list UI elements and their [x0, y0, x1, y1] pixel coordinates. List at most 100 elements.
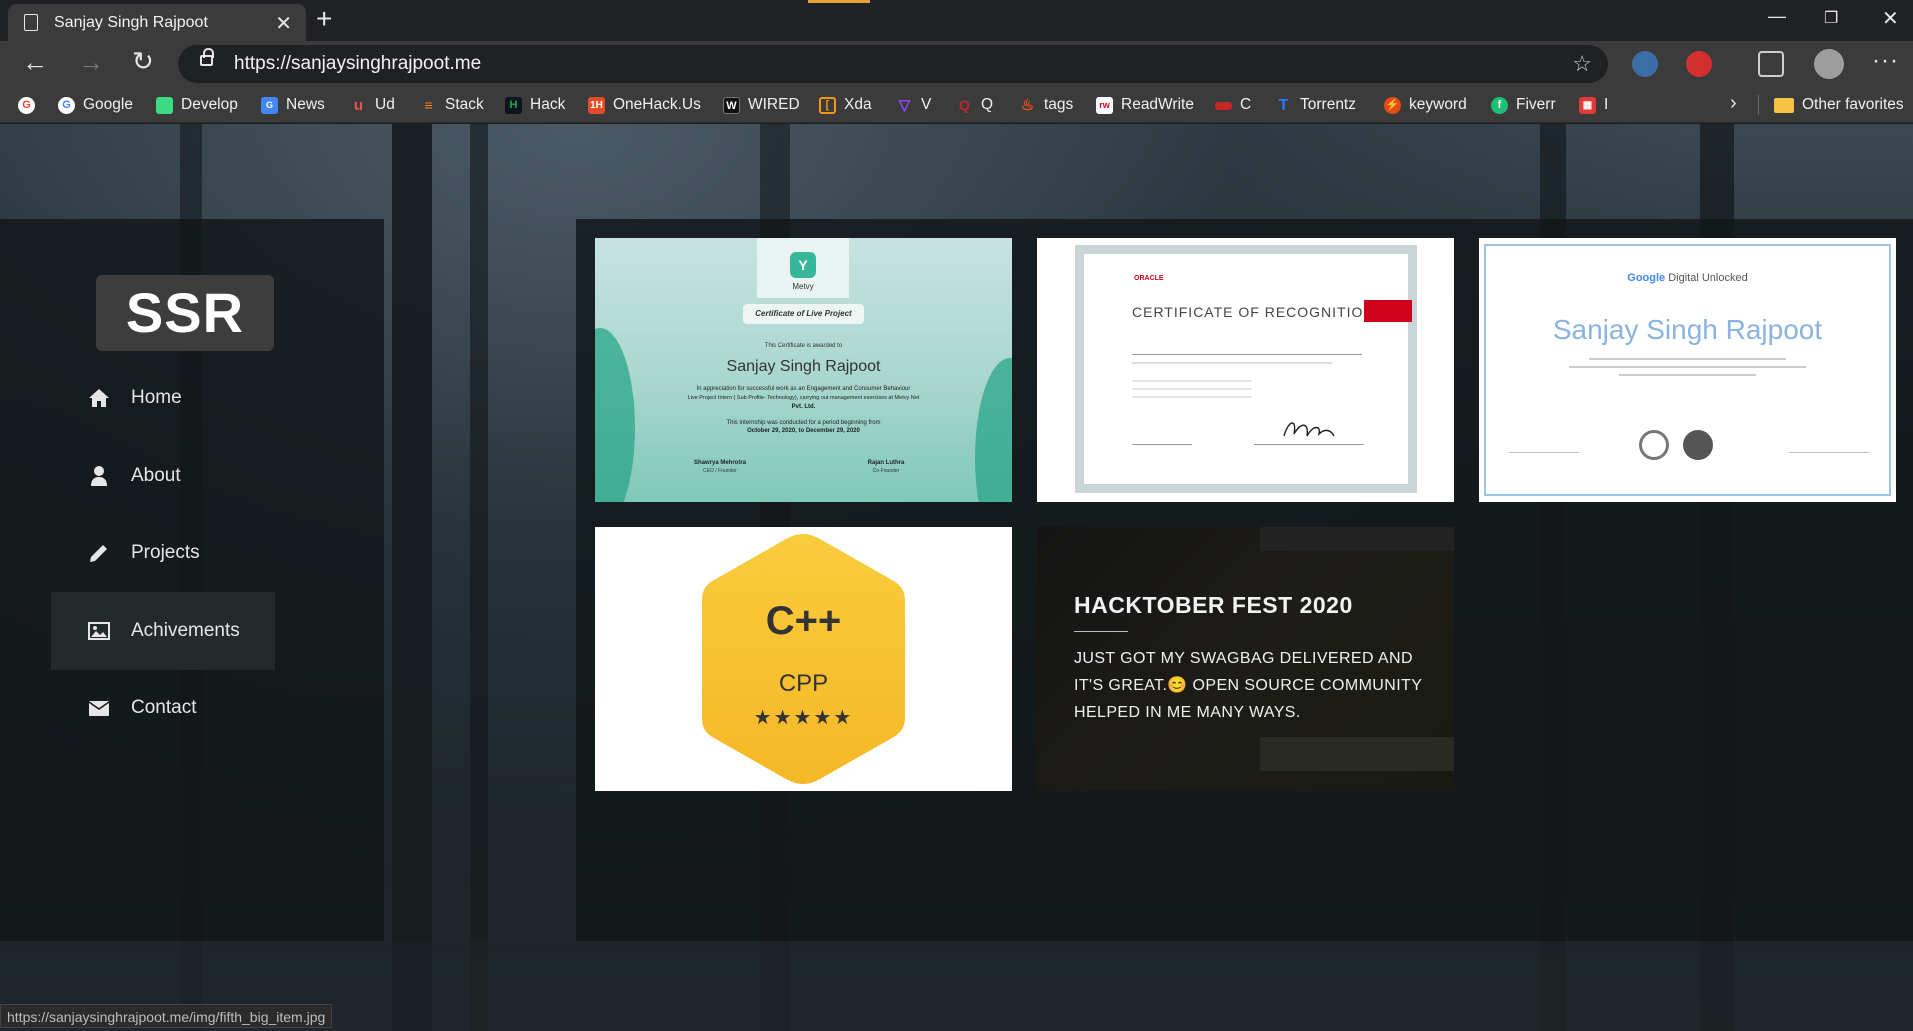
nav-home[interactable]: Home [51, 359, 275, 437]
folder-icon [1774, 97, 1794, 113]
title-underline [1074, 631, 1128, 632]
chevron-right-icon[interactable]: › [1730, 92, 1737, 115]
grid-app-icon: ▦ [1579, 96, 1596, 114]
photo-strip [1260, 737, 1454, 771]
metvy-certificate-card[interactable]: Y Metvy Certificate of Live Project This… [595, 238, 1012, 502]
bookmark-item[interactable]: C [1215, 95, 1251, 115]
nav-label: Projects [131, 542, 200, 563]
c-icon [1215, 102, 1232, 110]
bookmark-item[interactable]: u Ud [350, 95, 395, 115]
metvy-brand: Metvy [792, 282, 814, 291]
hacktoberfest-card[interactable]: HACKTOBER FEST 2020 JUST GOT MY SWAGBAG … [1037, 527, 1454, 791]
address-bar[interactable]: https://sanjaysinghrajpoot.me ☆ [178, 45, 1608, 83]
nav-achievements[interactable]: Achivements [51, 592, 275, 670]
bookmark-item[interactable]: T Torrentz [1275, 95, 1356, 115]
bookmark-label: OneHack.Us [613, 96, 701, 113]
signatory-name: Rajan Luthra [867, 460, 905, 466]
signature-rule [1509, 452, 1579, 453]
google-icon: G [58, 96, 75, 114]
metvy-logo-box: Y Metvy [757, 238, 849, 298]
url-text[interactable]: https://sanjaysinghrajpoot.me [234, 53, 481, 75]
bookmark-item[interactable]: G [18, 95, 43, 115]
awarded-text: This Certificate is awarded to [764, 343, 843, 349]
reload-icon[interactable]: ↻ [132, 46, 154, 77]
certificate-text-line [1619, 374, 1756, 376]
home-icon [89, 389, 109, 407]
bookmark-item[interactable]: H Hack [505, 95, 565, 115]
bookmark-item[interactable]: rw ReadWrite [1096, 95, 1194, 115]
bookmark-item[interactable]: f Fiverr [1491, 95, 1556, 115]
certificate-line: Pvt. Ltd. [791, 404, 816, 410]
bookmark-item[interactable]: G Google [58, 95, 133, 115]
new-tab-icon[interactable]: + [316, 3, 332, 35]
page-viewport: SSR Home About Projects Achivements Cont… [0, 124, 1913, 1031]
browser-tab[interactable]: Sanjay Singh Rajpoot ✕ [8, 4, 306, 41]
browser-toolbar: ← → ↻ https://sanjaysinghrajpoot.me ☆ ··… [0, 41, 1913, 87]
minimize-icon[interactable]: — [1768, 6, 1786, 27]
certificate-rule [1132, 354, 1362, 355]
nav-label: About [131, 465, 181, 486]
bookmark-item[interactable]: [Xda [819, 95, 872, 115]
bookmark-item[interactable]: W WIRED [723, 95, 800, 115]
bookmark-item[interactable]: ▽ V [896, 95, 932, 115]
fire-icon: ♨ [1020, 96, 1035, 114]
cpp-badge-card[interactable]: C++ CPP ★★★★★ [595, 527, 1012, 791]
nav-label: Contact [131, 697, 197, 718]
restore-icon[interactable]: ❐ [1824, 8, 1838, 28]
close-window-icon[interactable]: ✕ [1882, 6, 1899, 31]
xda-icon: [ [819, 96, 836, 114]
bookmark-label: Ud [375, 96, 395, 113]
nav-projects[interactable]: Projects [51, 514, 275, 592]
site-logo[interactable]: SSR [96, 275, 274, 351]
bookmark-label: V [921, 96, 932, 113]
bookmark-item[interactable]: ▦ I [1579, 95, 1608, 115]
add-favorite-icon[interactable]: ☆ [1572, 51, 1592, 77]
bookmark-item[interactable]: G News [261, 95, 325, 115]
bookmark-item[interactable]: ⚡ keyword [1384, 95, 1467, 115]
adblock-icon[interactable] [1686, 51, 1712, 77]
signature-mark [1283, 422, 1335, 437]
image-icon [88, 622, 110, 640]
other-favorites[interactable]: Other favorites [1774, 95, 1904, 115]
more-menu-icon[interactable]: ··· [1872, 47, 1899, 75]
collections-icon[interactable] [1758, 51, 1784, 77]
nav-contact[interactable]: Contact [51, 669, 275, 747]
bookmark-item[interactable]: ♨ tags [1019, 95, 1074, 115]
nav-label: Home [131, 387, 182, 408]
signature-rule [1254, 444, 1364, 445]
extension-icon[interactable] [1632, 51, 1658, 77]
bookmark-item[interactable]: Develop [156, 95, 238, 115]
titlebar-accent [808, 0, 870, 3]
page-icon [24, 14, 38, 31]
bookmark-label: News [286, 96, 325, 113]
iab-seal-icon [1639, 430, 1669, 460]
car-icon [156, 96, 173, 114]
certificate-text-line [1589, 358, 1786, 360]
bookmark-item[interactable]: 1H OneHack.Us [588, 95, 701, 115]
bookmark-label: WIRED [748, 96, 800, 113]
background-tree [392, 124, 432, 1031]
bookmark-label: Stack [445, 96, 484, 113]
cpp-symbol: C++ [765, 599, 842, 643]
user-icon [91, 466, 107, 486]
profile-avatar[interactable] [1814, 49, 1844, 79]
date-rule [1132, 444, 1192, 445]
hackerrank-icon: H [505, 96, 522, 114]
decorative-leaf [595, 328, 635, 502]
bookmark-item[interactable]: ≡ Stack [420, 95, 484, 115]
lock-icon[interactable] [200, 48, 214, 66]
oracle-certificate-card[interactable]: ORACLE CERTIFICATE OF RECOGNITION [1037, 238, 1454, 502]
udemy-icon: u [353, 96, 364, 114]
back-icon[interactable]: ← [22, 47, 48, 78]
browser-titlebar: Sanjay Singh Rajpoot ✕ + — ❐ ✕ [0, 0, 1913, 41]
photo-strip [1260, 527, 1454, 551]
nav-about[interactable]: About [51, 437, 275, 515]
bookmark-label: keyword [1409, 96, 1467, 113]
bookmark-item[interactable]: QQ [956, 95, 993, 115]
site-sidebar: SSR Home About Projects Achivements Cont… [0, 219, 384, 941]
forward-icon[interactable]: → [78, 47, 104, 78]
recipient-name: Sanjay Singh Rajpoot [1552, 314, 1823, 345]
bookmark-label: Q [981, 96, 994, 113]
close-tab-icon[interactable]: ✕ [275, 11, 292, 36]
google-certificate-card[interactable]: Google Digital Unlocked Sanjay Singh Raj… [1479, 238, 1896, 502]
